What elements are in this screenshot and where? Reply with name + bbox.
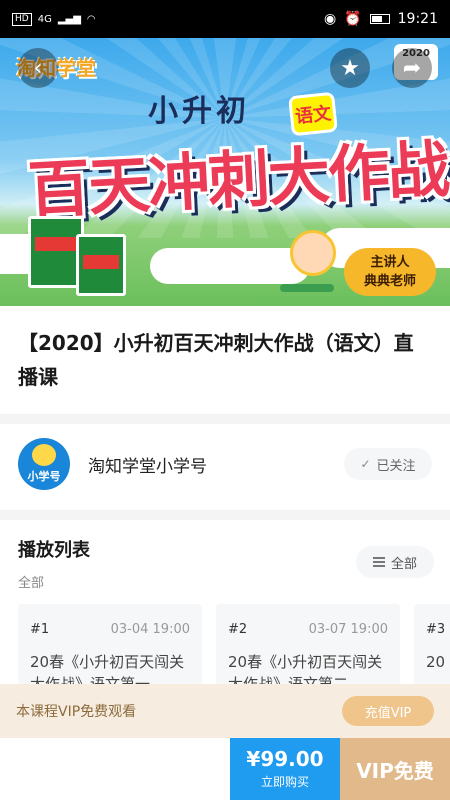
episode-title: 20春《小升初百天闯关大作战》语文第二 [228,653,383,688]
vip-promo-text: 本课程VIP免费观看 [16,704,137,720]
hd-icon: HD [12,12,32,26]
status-time: 19:21 [397,11,438,27]
playlist-all-button[interactable]: 全部 [356,546,434,578]
cartoon-kid [290,230,336,276]
check-icon: ✓ [360,457,371,471]
banner-subtitle: 小升初 [148,94,250,129]
buy-price: ¥99.00 [246,747,324,771]
episode-card[interactable]: #3 20 [414,604,450,688]
episode-number: #1 [30,622,50,637]
share-button[interactable]: ➦ [392,48,432,88]
chevron-left-icon: ‹ [33,55,43,81]
episode-card[interactable]: #1 03-04 19:00 20春《小升初百天闯关大作战》语文第一 [18,604,202,688]
buy-now-button[interactable]: ¥99.00 立即购买 [230,738,340,800]
lecturer-name: 典典老师 [363,274,416,289]
skateboard [280,284,334,292]
book-image [76,234,126,296]
lecturer-label: 主讲人 [370,255,410,270]
bottom-spacer [0,738,230,800]
lecturer-badge: 主讲人 典典老师 [344,248,436,296]
share-icon: ➦ [402,55,422,81]
bottom-action-bar: ¥99.00 立即购买 VIP免费 [0,738,450,800]
episode-card[interactable]: #2 03-07 19:00 20春《小升初百天闯关大作战》语文第二 [216,604,400,688]
buy-label: 立即购买 [260,775,309,789]
playlist-header: 播放列表 全部 [18,536,90,591]
network-type-icon: 4G [37,13,52,25]
eye-icon: ◉ [323,11,337,27]
favorite-button[interactable]: ★ [330,48,370,88]
episode-date: 03-07 19:00 [308,622,388,637]
author-row[interactable]: 小学号 淘知学堂小学号 ✓ 已关注 [0,424,450,504]
episode-number: #3 [426,622,446,637]
recharge-vip-button[interactable]: 充值VIP [342,696,434,726]
alarm-icon: ⏰ [344,11,362,27]
course-banner: 淘知学堂 2020 小升初 语文 百天冲刺大作战 主讲人 典典老师 ‹ ★ ➦ [0,38,450,306]
follow-label: 已关注 [376,458,416,474]
signal-icon: ▂▄▆ [57,13,81,25]
vip-free-button[interactable]: VIP免费 [340,738,450,800]
episode-date: 03-04 19:00 [110,622,190,637]
course-title: 【2020】小升初百天冲刺大作战（语文）直播课 [18,331,414,389]
avatar-label: 小学号 [27,470,61,483]
episode-title: 20春《小升初百天闯关大作战》语文第一 [30,653,185,688]
list-icon [372,557,385,567]
author-name[interactable]: 淘知学堂小学号 [88,452,207,477]
section-divider [0,414,450,424]
avatar[interactable]: 小学号 [18,438,70,490]
vip-promo-strip: 本课程VIP免费观看 充值VIP [0,684,450,738]
back-button[interactable]: ‹ [18,48,58,88]
section-divider [0,510,450,520]
follow-button[interactable]: ✓ 已关注 [344,448,432,480]
status-bar: HD 4G ▂▄▆ ◠ ◉ ⏰ 19:21 [0,0,450,38]
episode-number: #2 [228,622,248,637]
episode-title: 20 [426,653,446,671]
wifi-icon: ◠ [86,13,96,25]
playlist-all-label: 全部 [390,556,417,572]
episode-list[interactable]: #1 03-04 19:00 20春《小升初百天闯关大作战》语文第一 #2 03… [18,604,450,688]
star-icon: ★ [340,55,360,81]
banner-main-title: 百天冲刺大作战 [26,132,450,228]
playlist-title: 播放列表 [18,540,90,561]
battery-icon [369,14,390,24]
playlist-filter: 全部 [18,576,45,591]
cloud [150,248,310,284]
